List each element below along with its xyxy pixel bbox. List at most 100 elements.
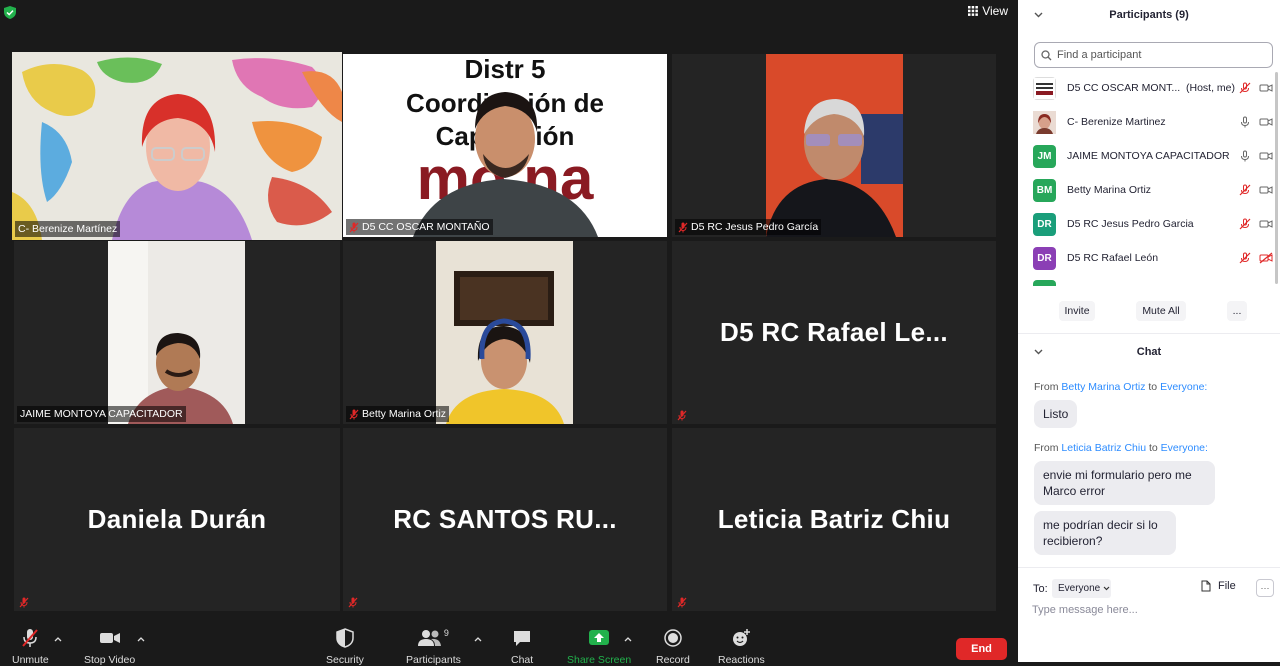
shield-icon [336, 628, 354, 648]
participant-display-name: Leticia Batriz Chiu [717, 504, 951, 534]
invite-button[interactable]: Invite [1059, 301, 1095, 321]
participants-icon [417, 630, 441, 646]
video-off-icon[interactable] [1259, 252, 1273, 264]
share-screen-icon [589, 630, 610, 645]
more-options-button[interactable]: ... [1227, 301, 1247, 321]
participant-row[interactable]: DR D5 RC Jesus Pedro Garcia [1033, 212, 1273, 236]
avatar: BM [1033, 178, 1056, 202]
participant-display-name: RC SANTOS RU... [393, 504, 617, 534]
mic-muted-icon [349, 222, 359, 232]
chat-bubble-icon [514, 631, 531, 646]
video-camera-icon[interactable] [1259, 150, 1273, 162]
mic-muted-icon[interactable] [1239, 82, 1251, 94]
avatar: JM [1033, 144, 1056, 168]
chevron-up-icon[interactable] [474, 636, 482, 642]
participant-row[interactable]: C- Berenize Martinez [1033, 110, 1273, 134]
participant-row[interactable]: JM JAIME MONTOYA CAPACITADOR [1033, 144, 1273, 168]
mic-muted-icon[interactable] [1239, 218, 1251, 230]
mic-muted-icon [677, 597, 687, 608]
chat-recipient[interactable]: Everyone: [1161, 442, 1208, 454]
video-camera-icon[interactable] [1259, 184, 1273, 196]
view-button[interactable]: View [968, 4, 1008, 18]
view-label: View [982, 4, 1008, 18]
morena-logo-icon [1034, 77, 1055, 99]
chat-button[interactable]: Chat [511, 628, 533, 666]
video-tile-oscar[interactable]: Distr 5 Coordin ción de Capac ción mo na… [343, 54, 667, 237]
participant-display-name: D5 RC Rafael Le... [720, 317, 948, 347]
video-tile-betty[interactable]: Betty Marina Ortiz [343, 241, 667, 424]
video-camera-icon[interactable] [1259, 116, 1273, 128]
send-file-button[interactable]: File [1201, 580, 1236, 592]
search-icon [1041, 49, 1052, 60]
video-camera-icon [99, 633, 120, 643]
security-button[interactable]: Security [326, 628, 364, 666]
participant-row[interactable]: D5 CC OSCAR MONT... (Host, me) [1033, 76, 1273, 100]
participants-button[interactable]: 9 Participants [406, 628, 461, 666]
chevron-down-icon [1103, 586, 1110, 591]
participants-scrollbar[interactable] [1275, 72, 1278, 284]
chat-recipient[interactable]: Everyone: [1160, 381, 1207, 393]
mic-muted-icon [349, 409, 359, 419]
mute-all-button[interactable]: Mute All [1136, 301, 1186, 321]
file-icon [1201, 580, 1211, 592]
video-camera-icon[interactable] [1259, 218, 1273, 230]
mic-muted-icon[interactable] [1239, 184, 1251, 196]
video-feed-jesus-pedro [766, 54, 903, 237]
participant-name-tag: C- Berenize Martínez [15, 221, 121, 237]
video-tile-daniela[interactable]: Daniela Durán [14, 428, 340, 611]
meeting-toolbar: Unmute Stop Video Security 9 Participant… [0, 622, 1018, 666]
mic-muted-icon [22, 629, 39, 647]
participants-list: D5 CC OSCAR MONT... (Host, me) C- Bereni… [1018, 71, 1274, 287]
profile-photo-icon [1033, 110, 1056, 134]
end-meeting-button[interactable]: End [956, 638, 1007, 660]
chevron-up-icon[interactable] [624, 636, 632, 642]
chevron-up-icon[interactable] [54, 636, 62, 642]
security-shield-icon[interactable] [4, 6, 16, 19]
participant-row[interactable]: BM Betty Marina Ortiz [1033, 178, 1273, 202]
share-screen-button[interactable]: Share Screen [567, 628, 631, 666]
chat-sender[interactable]: Betty Marina Ortiz [1061, 381, 1145, 393]
record-icon [664, 629, 682, 647]
mic-muted-icon [678, 222, 688, 232]
video-tile-santos[interactable]: RC SANTOS RU... [343, 428, 667, 611]
stop-video-button[interactable]: Stop Video [84, 628, 135, 666]
video-feed-betty [436, 241, 573, 424]
mic-muted-icon [677, 410, 687, 421]
reactions-button[interactable]: Reactions [718, 628, 765, 666]
reaction-emoji-icon [733, 629, 751, 646]
participant-row[interactable]: DR D5 RC Rafael León [1033, 246, 1273, 270]
mic-icon[interactable] [1239, 116, 1251, 128]
avatar [1033, 76, 1056, 100]
video-feed-oscar: Distr 5 Coordin ción de Capac ción mo na [343, 54, 667, 237]
chevron-up-icon[interactable] [137, 636, 145, 642]
video-tile-jaime[interactable]: JAIME MONTOYA CAPACITADOR [14, 241, 340, 424]
chat-more-button[interactable]: ··· [1256, 579, 1274, 597]
video-tile-berenize[interactable]: C- Berenize Martínez [12, 52, 342, 240]
mic-icon[interactable] [1239, 150, 1251, 162]
avatar-partial [1033, 280, 1056, 286]
avatar [1033, 110, 1056, 134]
participants-panel-title: Participants (9) [1109, 9, 1189, 21]
mic-muted-icon[interactable] [1239, 252, 1251, 264]
video-stage: View C- Berenize Martínez Distr 5 Coordi… [0, 0, 1018, 666]
chat-message-bubble: Listo [1034, 400, 1078, 428]
record-button[interactable]: Record [656, 628, 690, 666]
side-panel: Participants (9) Find a participant D5 C… [1018, 0, 1280, 662]
video-tile-jesus-pedro[interactable]: D5 RC Jesus Pedro García [672, 54, 996, 237]
chat-message-input[interactable] [1032, 604, 1262, 616]
unmute-button[interactable]: Unmute [12, 628, 49, 666]
mic-muted-icon [348, 597, 358, 608]
chat-message-header: From Leticia Batriz Chiu to Everyone: [1034, 442, 1208, 454]
video-feed-jaime [108, 241, 245, 424]
chat-sender[interactable]: Leticia Batriz Chiu [1061, 442, 1146, 454]
chat-message-header: From Betty Marina Ortiz to Everyone: [1034, 381, 1208, 393]
panel-divider [1018, 333, 1280, 334]
video-camera-icon[interactable] [1259, 82, 1273, 94]
grid-icon [968, 6, 979, 16]
video-tile-leticia[interactable]: Leticia Batriz Chiu [672, 428, 996, 611]
video-tile-rafael[interactable]: D5 RC Rafael Le... [672, 241, 996, 424]
participant-name-tag: D5 CC OSCAR MONTAÑO [346, 219, 493, 235]
chat-panel-title: Chat [1136, 346, 1162, 358]
chat-recipient-select[interactable]: Everyone [1052, 579, 1111, 598]
participant-search[interactable]: Find a participant [1034, 42, 1273, 68]
